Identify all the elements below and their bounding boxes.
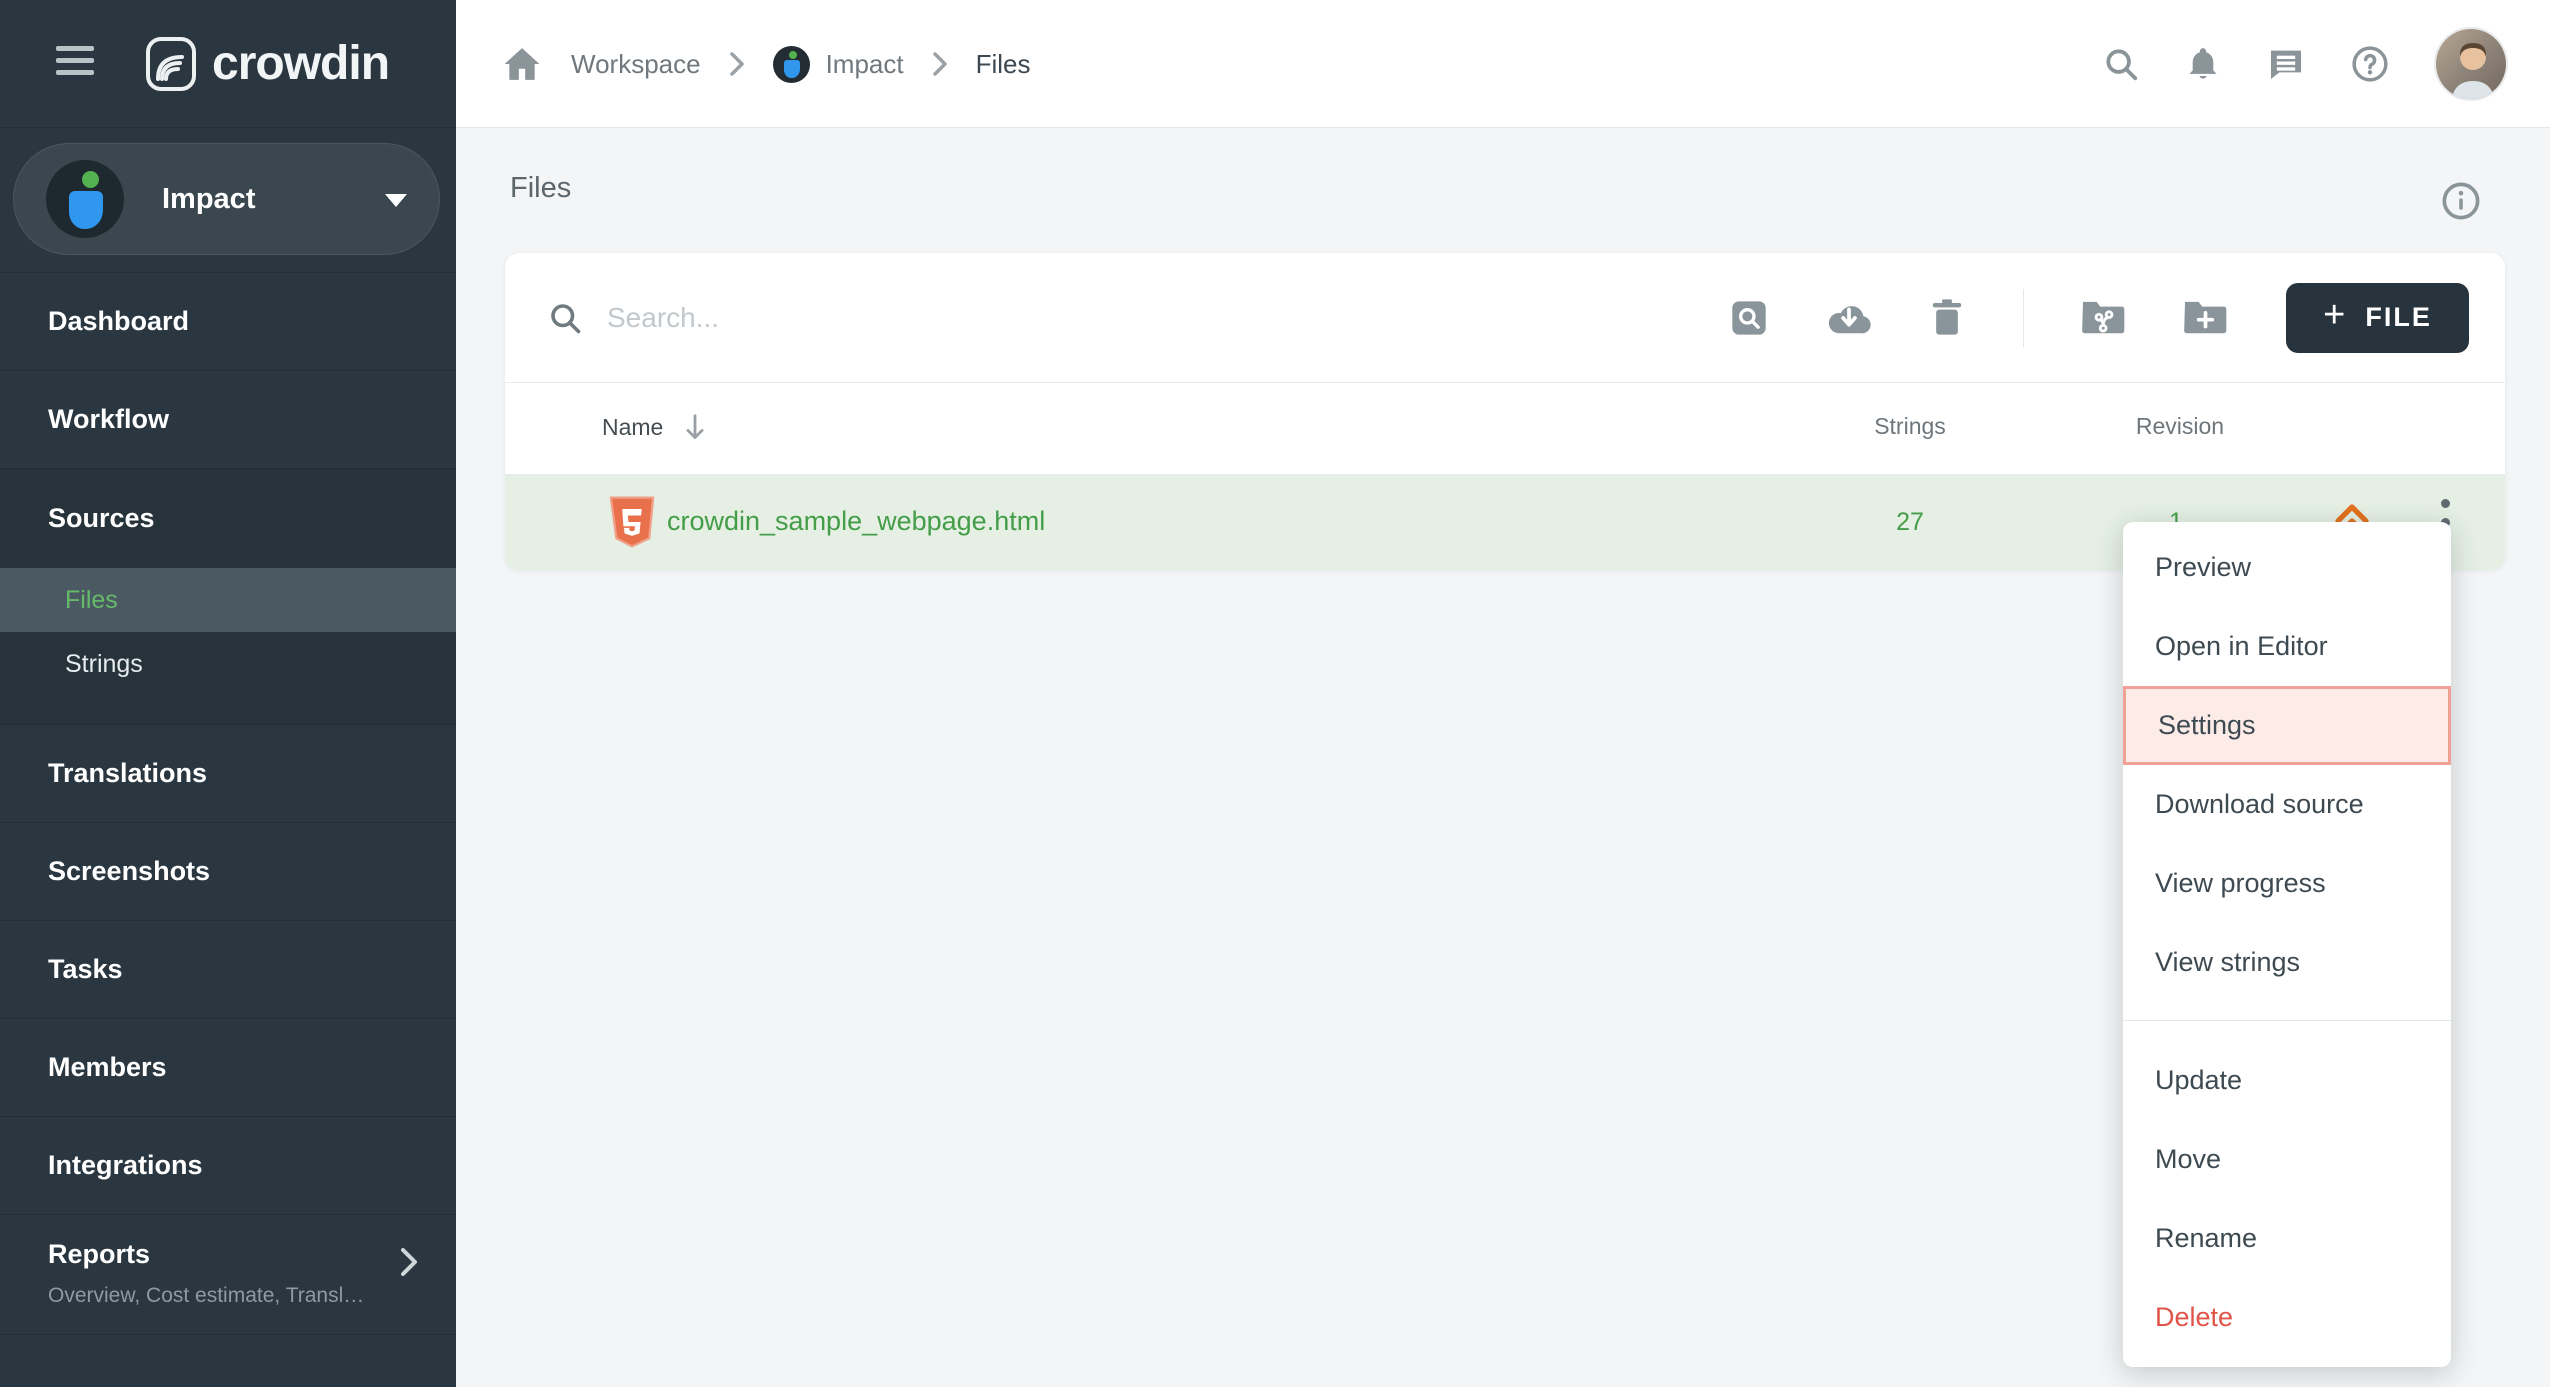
- help-icon[interactable]: [2350, 44, 2390, 84]
- menu-item-view-strings[interactable]: View strings: [2123, 923, 2451, 1002]
- add-file-button[interactable]: + FILE: [2286, 283, 2469, 353]
- toolbar-divider: [2023, 289, 2024, 347]
- crowdin-logo-icon: [146, 37, 196, 91]
- menu-item-view-progress[interactable]: View progress: [2123, 844, 2451, 923]
- crowdin-files-page: crowdin Impact Dashboard Workflow Source…: [0, 0, 2550, 1387]
- sidebar-item-dashboard[interactable]: Dashboard: [0, 272, 456, 370]
- crowdin-wordmark: crowdin: [212, 36, 389, 91]
- search-input[interactable]: [607, 302, 1207, 334]
- reports-subtitle: Overview, Cost estimate, Transl…: [48, 1284, 408, 1308]
- page-head: Files: [456, 128, 2550, 253]
- sidebar-item-translations[interactable]: Translations: [0, 724, 456, 822]
- menu-divider: [2123, 1020, 2451, 1021]
- toolbar-actions: + FILE: [1729, 283, 2469, 353]
- sidebar-item-reports[interactable]: Reports Overview, Cost estimate, Transl…: [0, 1214, 456, 1335]
- chevron-right-icon: [932, 51, 948, 77]
- crowdin-logo[interactable]: crowdin: [146, 36, 389, 91]
- column-header-revision[interactable]: Revision: [2120, 413, 2240, 440]
- menu-item-preview[interactable]: Preview: [2123, 528, 2451, 607]
- menu-item-settings[interactable]: Settings: [2123, 686, 2451, 765]
- download-cloud-icon[interactable]: [1827, 298, 1871, 338]
- breadcrumb-project[interactable]: Impact: [826, 49, 904, 80]
- breadcrumb-files: Files: [976, 49, 1031, 80]
- menu-item-open-in-editor[interactable]: Open in Editor: [2123, 607, 2451, 686]
- html5-file-icon: [609, 496, 655, 553]
- sidebar-item-tasks[interactable]: Tasks: [0, 920, 456, 1018]
- branch-folder-icon[interactable]: [2082, 299, 2126, 337]
- home-icon[interactable]: [503, 46, 541, 82]
- menu-item-rename[interactable]: Rename: [2123, 1199, 2451, 1278]
- info-icon[interactable]: [2440, 180, 2482, 222]
- file-strings-count: 27: [1860, 508, 1960, 537]
- breadcrumb-workspace[interactable]: Workspace: [571, 49, 701, 80]
- sidebar-item-members[interactable]: Members: [0, 1018, 456, 1116]
- search-box: [547, 300, 1729, 336]
- delete-trash-icon[interactable]: [1929, 298, 1965, 338]
- topbar: Workspace Impact Files: [456, 0, 2550, 128]
- project-selector[interactable]: Impact: [13, 143, 440, 255]
- sidebar-header: crowdin: [0, 0, 456, 128]
- sidebar-group-sources: Sources Files Strings: [0, 468, 456, 724]
- column-header-name[interactable]: Name: [602, 413, 707, 441]
- chevron-right-icon: [398, 1245, 420, 1284]
- notifications-bell-icon[interactable]: [2184, 45, 2222, 83]
- page-title: Files: [510, 172, 571, 205]
- sidebar-item-sources[interactable]: Sources: [0, 469, 456, 568]
- menu-item-move[interactable]: Move: [2123, 1120, 2451, 1199]
- file-name-link[interactable]: crowdin_sample_webpage.html: [667, 506, 1045, 537]
- preview-search-icon[interactable]: [1729, 298, 1769, 338]
- new-folder-icon[interactable]: [2184, 299, 2228, 337]
- search-icon[interactable]: [2102, 45, 2140, 83]
- sidebar-item-strings[interactable]: Strings: [0, 632, 456, 696]
- menu-item-download-source[interactable]: Download source: [2123, 765, 2451, 844]
- name-column-label: Name: [602, 414, 663, 441]
- project-name: Impact: [162, 183, 255, 216]
- plus-icon: +: [2323, 294, 2345, 337]
- messages-icon[interactable]: [2266, 44, 2306, 84]
- topbar-icons: [2102, 0, 2508, 128]
- chevron-down-icon: [385, 194, 407, 207]
- breadcrumb: Workspace Impact Files: [503, 0, 1031, 128]
- breadcrumb-project-avatar: [773, 46, 810, 83]
- reports-label: Reports: [48, 1239, 408, 1270]
- table-header: Name Strings Revision: [505, 383, 2505, 475]
- sidebar: crowdin Impact Dashboard Workflow Source…: [0, 0, 456, 1387]
- sidebar-item-screenshots[interactable]: Screenshots: [0, 822, 456, 920]
- add-file-button-label: FILE: [2365, 302, 2432, 333]
- column-header-strings[interactable]: Strings: [1860, 413, 1960, 440]
- sidebar-item-workflow[interactable]: Workflow: [0, 370, 456, 468]
- menu-item-delete[interactable]: Delete: [2123, 1278, 2451, 1357]
- sidebar-nav: Dashboard Workflow Sources Files Strings…: [0, 272, 456, 1335]
- menu-item-update[interactable]: Update: [2123, 1041, 2451, 1120]
- file-context-menu: Preview Open in Editor Settings Download…: [2123, 522, 2451, 1367]
- files-toolbar: + FILE: [505, 253, 2505, 383]
- search-icon: [547, 300, 583, 336]
- user-avatar[interactable]: [2434, 27, 2508, 101]
- chevron-right-icon: [729, 51, 745, 77]
- hamburger-menu-icon[interactable]: [56, 46, 94, 80]
- sidebar-item-files[interactable]: Files: [0, 568, 456, 632]
- sort-descending-icon: [683, 413, 707, 441]
- sidebar-item-integrations[interactable]: Integrations: [0, 1116, 456, 1214]
- project-avatar: [46, 160, 124, 238]
